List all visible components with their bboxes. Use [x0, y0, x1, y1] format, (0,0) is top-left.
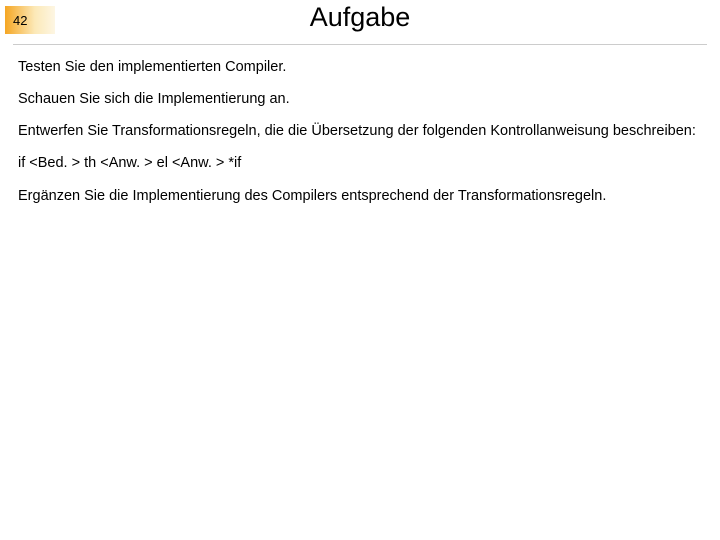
slide-title: Aufgabe [310, 2, 411, 33]
paragraph-3: Entwerfen Sie Transformationsregeln, die… [18, 122, 702, 140]
header-divider [13, 44, 707, 45]
paragraph-5: Ergänzen Sie die Implementierung des Com… [18, 187, 702, 205]
slide-header: 42 Aufgabe [0, 0, 720, 40]
paragraph-4: if <Bed. > th <Anw. > el <Anw. > *if [18, 154, 702, 172]
slide-content: Testen Sie den implementierten Compiler.… [18, 58, 702, 219]
paragraph-2: Schauen Sie sich die Implementierung an. [18, 90, 702, 108]
paragraph-1: Testen Sie den implementierten Compiler. [18, 58, 702, 76]
slide-number: 42 [13, 13, 27, 28]
slide-number-box: 42 [5, 6, 55, 34]
